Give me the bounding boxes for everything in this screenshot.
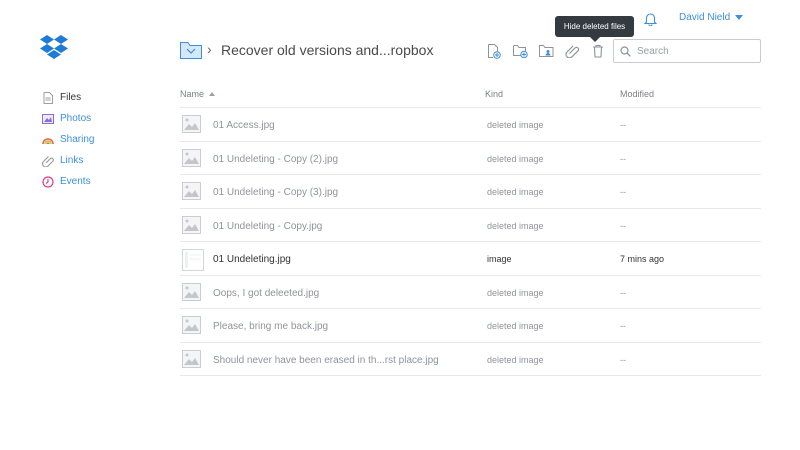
image-file-icon (182, 215, 201, 234)
sidebar-item-label: Links (60, 155, 84, 166)
column-header-name[interactable]: Name (180, 89, 216, 99)
file-kind: deleted image (487, 354, 544, 365)
chevron-down-icon (735, 15, 744, 20)
table-row[interactable]: 01 Access.jpg deleted image -- (180, 108, 761, 142)
files-icon (42, 91, 54, 104)
table-row[interactable]: 01 Undeleting - Copy (3).jpg deleted ima… (180, 175, 761, 209)
file-kind: deleted image (487, 187, 544, 197)
sidebar-nav: Files Photos Sharing Links Events (42, 87, 152, 192)
sidebar-item-label: Events (60, 176, 91, 187)
dropbox-logo[interactable] (40, 35, 68, 63)
folder-icon[interactable] (180, 40, 202, 60)
file-name: Please, bring me back.jpg (213, 321, 329, 332)
events-icon (42, 175, 54, 188)
breadcrumb-separator: › (207, 41, 212, 57)
file-modified: -- (620, 354, 626, 365)
file-name: Should never have been erased in th...rs… (213, 354, 439, 366)
image-file-icon (182, 115, 201, 133)
user-name: David Nield (679, 12, 731, 23)
image-file-icon (182, 349, 201, 368)
file-name: 01 Undeleting - Copy.jpg (213, 220, 323, 232)
sidebar-item-label: Sharing (60, 134, 95, 145)
image-file-icon (182, 282, 201, 301)
file-modified: 7 mins ago (620, 254, 665, 264)
sidebar-item-files[interactable]: Files (42, 87, 152, 108)
search-icon (620, 45, 631, 57)
image-file-icon (182, 148, 201, 167)
file-name: Oops, I got deleeted.jpg (213, 287, 320, 299)
bell-icon[interactable] (643, 12, 658, 27)
sidebar-item-label: Photos (60, 113, 92, 124)
sidebar-item-links[interactable]: Links (42, 150, 152, 171)
file-name: 01 Undeleting.jpg (213, 254, 291, 265)
file-kind: image (487, 254, 512, 264)
file-name: 01 Undeleting - Copy (3).jpg (213, 187, 339, 198)
file-modified: -- (620, 321, 626, 331)
file-modified: -- (620, 153, 626, 164)
table-row[interactable]: Should never have been erased in th...rs… (180, 343, 761, 376)
sidebar-item-photos[interactable]: Photos (42, 108, 152, 129)
user-menu[interactable]: David Nield (679, 12, 744, 23)
file-kind: deleted image (487, 120, 544, 130)
sidebar-item-sharing[interactable]: Sharing (42, 129, 152, 150)
page-title: Recover old versions and...ropbox (221, 42, 434, 58)
table-row[interactable]: 01 Undeleting.jpg image 7 mins ago (180, 242, 761, 276)
sort-ascending-icon (209, 92, 216, 96)
new-folder-icon[interactable] (512, 43, 528, 59)
file-modified: -- (620, 220, 626, 231)
hide-deleted-tooltip: Hide deleted files (555, 16, 634, 42)
file-name: 01 Undeleting - Copy (2).jpg (213, 153, 339, 165)
file-kind: deleted image (487, 220, 544, 231)
table-header: Name Kind Modified (180, 84, 761, 108)
file-kind: deleted image (487, 321, 544, 331)
column-header-modified[interactable]: Modified (620, 89, 654, 99)
table-row[interactable]: 01 Undeleting - Copy.jpg deleted image -… (180, 209, 761, 242)
sidebar-item-label: Files (60, 92, 82, 103)
file-modified: -- (620, 187, 626, 197)
sharing-icon (42, 134, 54, 146)
image-file-icon (182, 182, 201, 200)
file-modified: -- (620, 120, 626, 130)
file-modified: -- (620, 287, 626, 298)
table-row[interactable]: Please, bring me back.jpg deleted image … (180, 309, 761, 343)
image-file-icon (182, 316, 201, 334)
upload-file-icon[interactable] (486, 43, 502, 59)
links-icon (42, 155, 54, 167)
search-input[interactable] (637, 45, 747, 57)
toolbar (486, 43, 606, 59)
sidebar-item-events[interactable]: Events (42, 171, 152, 192)
table-row[interactable]: 01 Undeleting - Copy (2).jpg deleted ima… (180, 142, 761, 175)
share-link-icon[interactable] (564, 43, 580, 59)
photos-icon (42, 113, 54, 125)
file-kind: deleted image (487, 287, 544, 298)
shared-folder-icon[interactable] (538, 43, 554, 59)
file-list: 01 Access.jpg deleted image -- 01 Undele… (180, 108, 761, 376)
table-row[interactable]: Oops, I got deleeted.jpg deleted image -… (180, 276, 761, 309)
file-name: 01 Access.jpg (213, 120, 275, 131)
file-kind: deleted image (487, 153, 544, 164)
deleted-files-icon[interactable] (590, 43, 606, 59)
column-header-kind[interactable]: Kind (485, 89, 503, 99)
search-box[interactable] (613, 39, 761, 63)
image-thumbnail (182, 249, 204, 271)
